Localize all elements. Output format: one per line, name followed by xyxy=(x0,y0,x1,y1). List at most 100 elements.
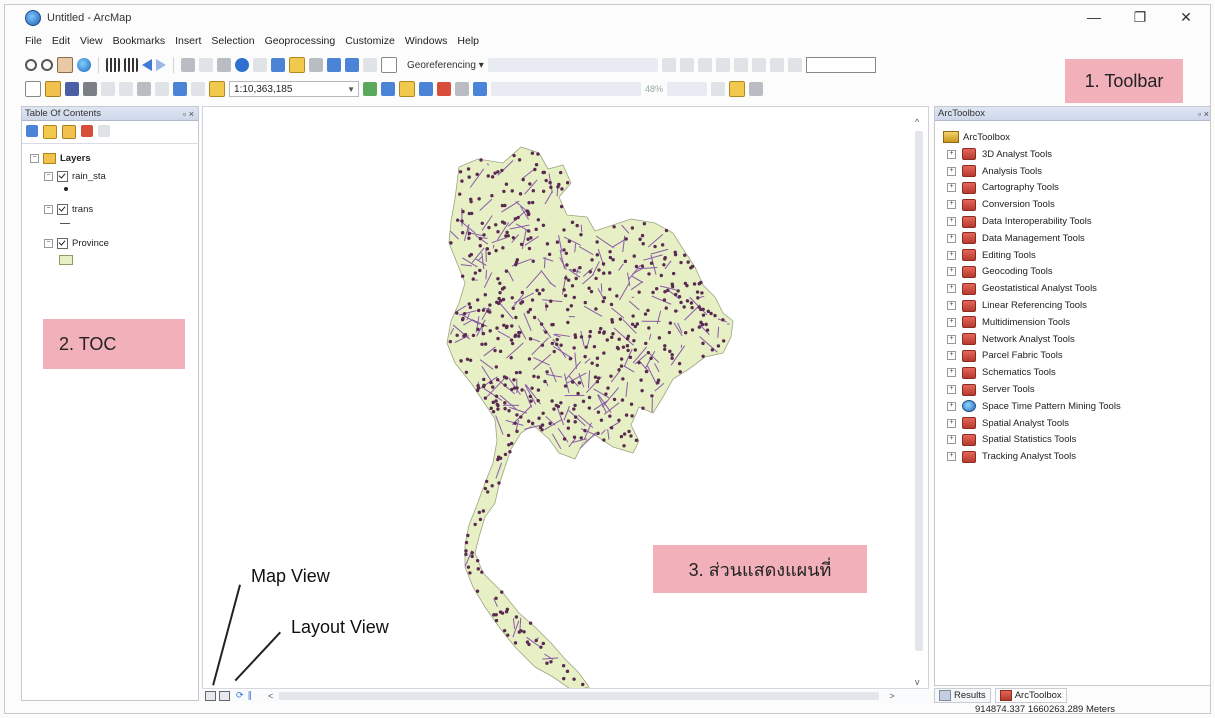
redo-icon[interactable] xyxy=(191,82,205,96)
menu-item-view[interactable]: View xyxy=(80,35,103,47)
html-popup-icon[interactable] xyxy=(271,58,285,72)
measure-icon[interactable] xyxy=(289,57,305,73)
minimize-button[interactable]: — xyxy=(1082,9,1106,26)
menu-item-customize[interactable]: Customize xyxy=(345,35,395,47)
menu-item-edit[interactable]: Edit xyxy=(52,35,70,47)
toolbox-item[interactable]: + Multidimension Tools xyxy=(947,314,1121,331)
list-by-selection-icon[interactable] xyxy=(81,125,93,137)
layer-trans[interactable]: − trans xyxy=(44,204,93,215)
print-icon[interactable] xyxy=(83,82,97,96)
expand-icon[interactable]: + xyxy=(947,317,956,327)
toolbox-item[interactable]: + Data Management Tools xyxy=(947,230,1121,247)
menu-item-windows[interactable]: Windows xyxy=(405,35,448,47)
expand-icon[interactable]: + xyxy=(947,452,956,462)
expand-icon[interactable]: + xyxy=(947,284,956,294)
select-features-icon[interactable] xyxy=(181,58,195,72)
refresh-icon[interactable]: ⟳ xyxy=(236,690,244,701)
scroll-up-icon[interactable]: ^ xyxy=(915,117,919,127)
fixed-zoom-out-icon[interactable] xyxy=(124,58,138,72)
expand-icon[interactable]: + xyxy=(947,301,956,311)
add-data-icon[interactable] xyxy=(209,81,225,97)
search-window-icon[interactable] xyxy=(419,82,433,96)
expand-icon[interactable]: + xyxy=(947,401,956,411)
catalog-tool-icon[interactable] xyxy=(729,81,746,97)
expand-icon[interactable]: + xyxy=(947,250,956,260)
arctoolbox-root[interactable]: ArcToolbox xyxy=(943,131,1010,143)
save-disk-icon[interactable] xyxy=(65,82,79,96)
identify-icon[interactable] xyxy=(235,58,249,72)
menu-item-file[interactable]: File xyxy=(25,35,42,47)
close-button[interactable]: ✕ xyxy=(1174,9,1198,26)
open-folder-icon[interactable] xyxy=(45,81,61,97)
paste-icon[interactable] xyxy=(137,82,151,96)
expand-icon[interactable]: + xyxy=(947,334,956,344)
toolbox-item[interactable]: + Parcel Fabric Tools xyxy=(947,348,1121,365)
catalog-window-icon[interactable] xyxy=(399,81,415,97)
expand-icon[interactable]: + xyxy=(947,368,956,378)
georef-input[interactable] xyxy=(805,57,876,73)
toolbox-item[interactable]: + Space Time Pattern Mining Tools xyxy=(947,398,1121,415)
menu-item-insert[interactable]: Insert xyxy=(175,35,201,47)
expand-icon[interactable]: + xyxy=(947,183,956,193)
table-of-contents-toggle-icon[interactable] xyxy=(381,82,395,96)
map-scale-dropdown[interactable]: 1:10,363,185 ▼ xyxy=(229,81,359,97)
menu-item-geoprocessing[interactable]: Geoprocessing xyxy=(265,35,336,47)
copy-icon[interactable] xyxy=(119,82,133,96)
toolbox-item[interactable]: + Linear Referencing Tools xyxy=(947,297,1121,314)
select-elements-icon[interactable] xyxy=(217,58,231,72)
scroll-down-icon[interactable]: v xyxy=(915,677,920,687)
collapse-icon[interactable]: − xyxy=(44,205,53,214)
go-to-xy-icon[interactable] xyxy=(345,58,359,72)
toolbox-item[interactable]: + Data Interoperability Tools xyxy=(947,213,1121,230)
georeferencing-menu[interactable]: Georeferencing ▾ xyxy=(407,60,484,71)
find-binoculars-icon[interactable] xyxy=(309,58,323,72)
map-display[interactable] xyxy=(202,106,929,696)
expand-icon[interactable]: + xyxy=(947,435,956,445)
toolbox-item[interactable]: + Network Analyst Tools xyxy=(947,331,1121,348)
new-document-icon[interactable] xyxy=(25,81,41,97)
forward-extent-icon[interactable] xyxy=(156,59,166,71)
fixed-zoom-in-icon[interactable] xyxy=(106,58,120,72)
data-view-button[interactable] xyxy=(205,690,216,701)
toolbox-item[interactable]: + Conversion Tools xyxy=(947,196,1121,213)
time-slider-icon[interactable] xyxy=(363,58,377,72)
expand-icon[interactable]: + xyxy=(947,166,956,176)
toolbox-item[interactable]: + Geostatistical Analyst Tools xyxy=(947,280,1121,297)
model-builder-icon[interactable] xyxy=(473,82,487,96)
layout-view-button[interactable] xyxy=(219,690,230,701)
zoom-in-icon[interactable] xyxy=(25,59,37,71)
menu-item-bookmarks[interactable]: Bookmarks xyxy=(113,35,166,47)
toolbox-item[interactable]: + Tracking Analyst Tools xyxy=(947,448,1121,465)
list-by-source-icon[interactable] xyxy=(43,125,57,139)
collapse-icon[interactable]: − xyxy=(30,154,39,163)
collapse-icon[interactable]: − xyxy=(44,239,53,248)
toc-pin-close[interactable]: ▫ × xyxy=(183,109,194,119)
toolbox-item[interactable]: + Analysis Tools xyxy=(947,163,1121,180)
layer-visibility-checkbox[interactable] xyxy=(57,171,68,182)
expand-icon[interactable]: + xyxy=(947,149,956,159)
find-route-icon[interactable] xyxy=(327,58,341,72)
expand-icon[interactable]: + xyxy=(947,385,956,395)
list-by-drawing-order-icon[interactable] xyxy=(26,125,38,137)
create-viewer-icon[interactable] xyxy=(381,57,397,73)
scroll-right-icon[interactable]: > xyxy=(889,691,894,701)
scroll-track[interactable] xyxy=(279,691,880,700)
menu-item-selection[interactable]: Selection xyxy=(211,35,254,47)
toolbox-item[interactable]: + Geocoding Tools xyxy=(947,264,1121,281)
restore-button[interactable]: ❐ xyxy=(1128,9,1152,26)
cut-icon[interactable] xyxy=(101,82,115,96)
clear-selection-icon[interactable] xyxy=(199,58,213,72)
tab-results[interactable]: Results xyxy=(934,687,991,703)
zoom-out-icon[interactable] xyxy=(41,59,53,71)
toolbox-item[interactable]: + Cartography Tools xyxy=(947,180,1121,197)
map-vertical-scrollbar[interactable]: ^ v xyxy=(912,117,926,687)
toolbox-item[interactable]: +3D Analyst Tools xyxy=(947,146,1121,163)
extension-tool-icon[interactable] xyxy=(749,82,764,96)
toolbox-item[interactable]: + Server Tools xyxy=(947,381,1121,398)
expand-icon[interactable]: + xyxy=(947,233,956,243)
expand-icon[interactable]: + xyxy=(947,418,956,428)
layer-rain-sta[interactable]: − rain_sta xyxy=(44,171,106,182)
hyperlink-icon[interactable] xyxy=(253,58,267,72)
undo-icon[interactable] xyxy=(173,82,187,96)
expand-icon[interactable]: + xyxy=(947,200,956,210)
